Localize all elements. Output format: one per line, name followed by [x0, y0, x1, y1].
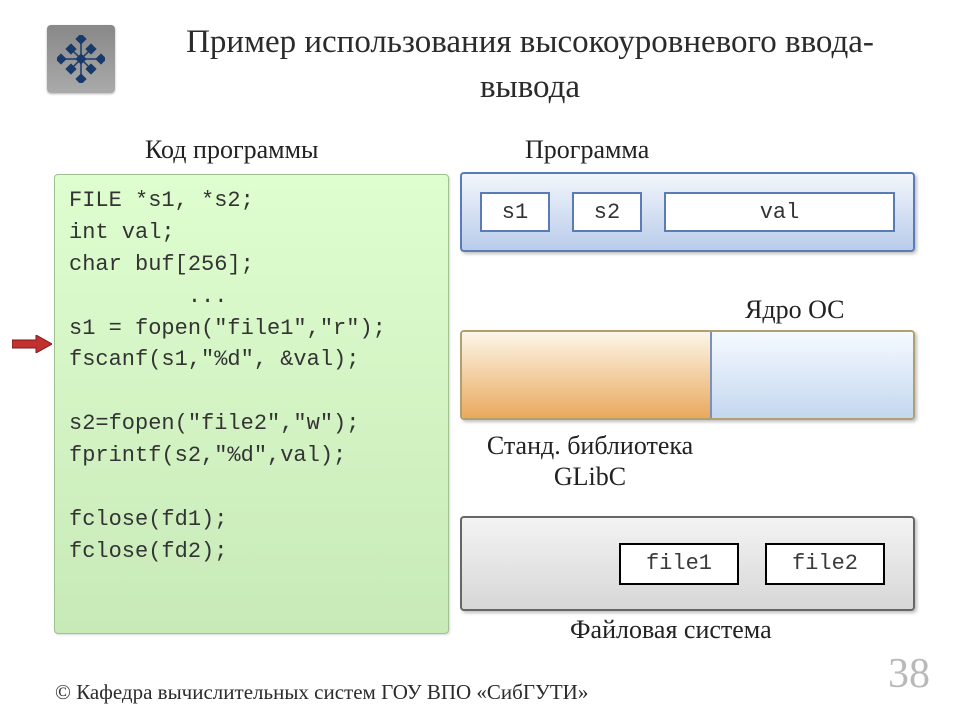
filesystem-box: file1 file2 [460, 516, 915, 611]
kernel-left-region [462, 332, 710, 418]
label-program: Программа [525, 135, 649, 165]
file-file2: file2 [765, 543, 885, 585]
slide-title: Пример использования высокоуровневого вв… [140, 20, 920, 109]
label-glibc: Станд. библиотека GLibC [480, 430, 700, 492]
code-block: FILE *s1, *s2; int val; char buf[256]; .… [54, 174, 449, 634]
label-code: Код программы [145, 135, 319, 165]
kernel-right-region [710, 332, 913, 418]
file-file1: file1 [619, 543, 739, 585]
page-number: 38 [888, 650, 930, 698]
var-val: val [664, 192, 895, 232]
var-s2: s2 [572, 192, 642, 232]
program-box: s1 s2 val [460, 172, 915, 252]
footer-copyright: © Кафедра вычислительных систем ГОУ ВПО … [55, 680, 588, 705]
kernel-box [460, 330, 915, 420]
var-s1: s1 [480, 192, 550, 232]
arrow-right-icon [12, 335, 52, 353]
label-kernel: Ядро ОС [745, 295, 845, 325]
logo-icon [47, 25, 115, 93]
label-filesystem: Файловая система [570, 615, 772, 645]
